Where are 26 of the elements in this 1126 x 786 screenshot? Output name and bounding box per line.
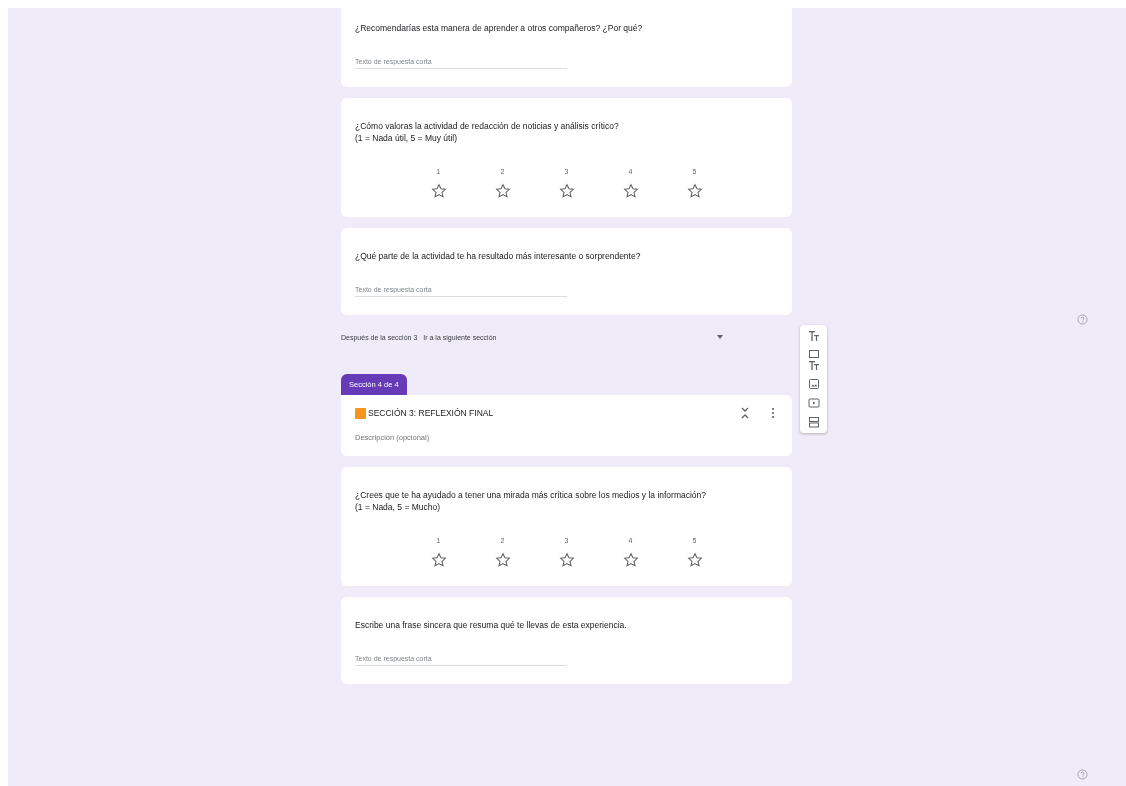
star-icon[interactable]: [686, 552, 703, 568]
question-text: Escribe una frase sincera que resuma qué te llevas de esta experiencia.: [355, 619, 628, 631]
star-icon[interactable]: [622, 183, 639, 199]
add-title-icon[interactable]: [807, 330, 820, 342]
video-icon[interactable]: [807, 397, 820, 409]
import-questions-icon[interactable]: [807, 349, 820, 371]
question-text: ¿Cómo valoras la actividad de redacción de noticias y análisis crítico?: [355, 120, 620, 132]
question-text: ¿Crees que te ha ayudado a tener una mirada más crítica sobre los medios y la información?: [355, 489, 708, 501]
star-icon[interactable]: [558, 183, 575, 199]
image-icon[interactable]: [807, 378, 820, 390]
star-icon[interactable]: [430, 183, 447, 199]
star-icon[interactable]: [686, 183, 703, 199]
scale-note: (1 = Nada, 5 = Mucho): [355, 501, 442, 513]
question-text: ¿Recomendarías esta manera de aprender a otros compañeros? ¿Por qué?: [355, 22, 644, 34]
square-icon: [355, 407, 366, 419]
section-title: SECCIÓN 3: REFLEXIÓN FINAL: [368, 408, 495, 418]
question-text: ¿Qué parte de la actividad te ha resultado más interesante o sorprendente?: [355, 250, 642, 262]
star-icon[interactable]: [622, 552, 639, 568]
star-icon[interactable]: [558, 552, 575, 568]
star-icon[interactable]: [494, 183, 511, 199]
add-section-icon[interactable]: [807, 416, 820, 428]
collapse-icon[interactable]: [740, 407, 750, 419]
caret-icon: [717, 335, 724, 339]
star-icon[interactable]: [430, 552, 447, 568]
scale-note: (1 = Nada útil, 5 = Muy útil): [355, 132, 459, 144]
star-icon[interactable]: [494, 552, 511, 568]
